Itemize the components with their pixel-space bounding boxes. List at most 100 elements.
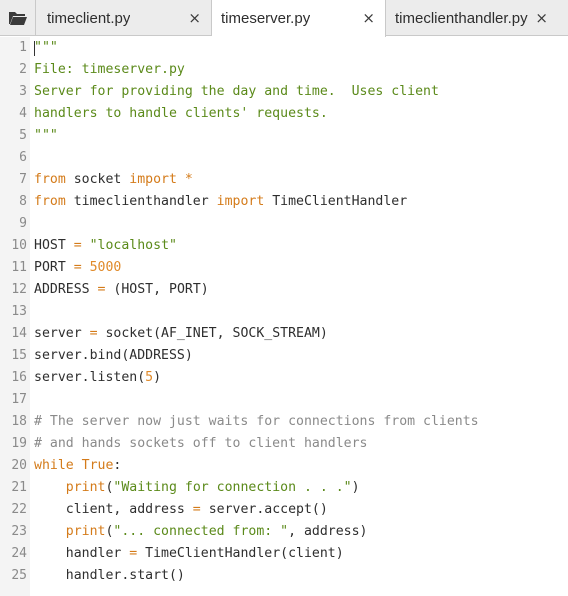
code-line[interactable]: 8 from timeclienthandler import TimeClien… <box>0 191 568 213</box>
code-line[interactable]: 10 HOST = "localhost" <box>0 235 568 257</box>
close-icon[interactable]: × <box>535 9 548 27</box>
code-line[interactable]: 2 File: timeserver.py <box>0 59 568 81</box>
code-token: , address) <box>288 524 368 539</box>
code-token: * <box>184 172 193 187</box>
code-line[interactable]: 24 handler = TimeClientHandler(client) <box>0 543 568 565</box>
code-text: from socket import * <box>34 169 193 191</box>
code-token: socket(AF_INET, SOCK_STREAM) <box>97 326 328 341</box>
open-folder-button[interactable] <box>0 0 36 36</box>
code-line[interactable]: 1 """ <box>0 37 568 59</box>
line-number: 23 <box>11 524 27 539</box>
code-text: # The server now just waits for connecti… <box>34 411 479 433</box>
code-token: from <box>34 194 66 209</box>
line-number: 24 <box>11 546 27 561</box>
code-token: TimeClientHandler <box>264 194 408 209</box>
code-text: """ <box>34 37 58 59</box>
code-token: ) <box>351 480 360 495</box>
code-line[interactable]: 21 print("Waiting for connection . . .") <box>0 477 568 499</box>
code-line[interactable]: 23 print("... connected from: ", address… <box>0 521 568 543</box>
code-line[interactable]: 4 handlers to handle clients' requests. <box>0 103 568 125</box>
tab-bar: timeclient.py × timeserver.py × timeclie… <box>0 0 568 37</box>
code-token: 5000 <box>89 260 122 275</box>
code-token: = <box>192 502 201 517</box>
code-text: ADDRESS = (HOST, PORT) <box>34 279 209 301</box>
code-token: server <box>34 326 90 341</box>
line-number: 1 <box>19 40 27 55</box>
line-number: 12 <box>11 282 27 297</box>
line-number: 8 <box>19 194 27 209</box>
code-token: "Waiting for connection . . ." <box>113 480 352 495</box>
code-text: handler.start() <box>34 565 185 587</box>
code-line[interactable]: 20 while True: <box>0 455 568 477</box>
code-line[interactable]: 12 ADDRESS = (HOST, PORT) <box>0 279 568 301</box>
code-token: socket <box>65 172 130 187</box>
code-text: """ <box>34 125 58 147</box>
code-token: "... connected from: " <box>113 524 289 539</box>
code-token: import <box>129 172 177 187</box>
code-token: server.accept() <box>200 502 328 517</box>
code-token: TimeClientHandler(client) <box>137 546 344 561</box>
code-text: PORT = 5000 <box>34 257 121 279</box>
code-text: server = socket(AF_INET, SOCK_STREAM) <box>34 323 328 345</box>
code-line[interactable]: 11 PORT = 5000 <box>0 257 568 279</box>
line-number: 6 <box>19 150 27 165</box>
code-line[interactable]: 14 server = socket(AF_INET, SOCK_STREAM) <box>0 323 568 345</box>
code-text: server.listen(5) <box>34 367 161 389</box>
code-text: handlers to handle clients' requests. <box>34 103 328 125</box>
code-token: handlers to handle clients' requests. <box>34 106 328 121</box>
code-line[interactable]: 19 # and hands sockets off to client hand… <box>0 433 568 455</box>
code-token: File: timeserver.py <box>34 62 185 77</box>
folder-open-icon <box>8 12 27 25</box>
line-number: 22 <box>11 502 27 517</box>
code-text: client, address = server.accept() <box>34 499 328 521</box>
close-icon[interactable]: × <box>188 9 201 27</box>
line-number: 14 <box>11 326 27 341</box>
code-token: server.bind(ADDRESS) <box>34 348 193 363</box>
tab-timeclient[interactable]: timeclient.py × <box>36 0 212 36</box>
code-line[interactable]: 16 server.listen(5) <box>0 367 568 389</box>
code-line[interactable]: 22 client, address = server.accept() <box>0 499 568 521</box>
code-token: ADDRESS <box>34 282 98 297</box>
code-token: client, address <box>34 502 193 517</box>
code-line[interactable]: 15 server.bind(ADDRESS) <box>0 345 568 367</box>
line-number: 3 <box>19 84 27 99</box>
code-token: # and hands sockets off to client handle… <box>34 436 368 451</box>
code-line[interactable]: 3 Server for providing the day and time. … <box>0 81 568 103</box>
code-token: = <box>73 260 82 275</box>
code-token: handler <box>34 546 130 561</box>
code-text: server.bind(ADDRESS) <box>34 345 193 367</box>
code-text: from timeclienthandler import TimeClient… <box>34 191 407 213</box>
code-text: HOST = "localhost" <box>34 235 177 257</box>
code-token: print <box>65 480 106 495</box>
code-line[interactable]: 18 # The server now just waits for connec… <box>0 411 568 433</box>
line-number: 5 <box>19 128 27 143</box>
tab-timeserver[interactable]: timeserver.py × <box>212 0 386 37</box>
code-token: """ <box>34 40 58 55</box>
code-line[interactable]: 5 """ <box>0 125 568 147</box>
code-token: while <box>34 458 74 473</box>
code-editor[interactable]: 1 """ 2 File: timeserver.py 3 Server for prov… <box>0 37 568 596</box>
code-line[interactable]: 13 <box>0 301 568 323</box>
code-token: timeclienthandler <box>65 194 217 209</box>
code-token: ) <box>153 370 162 385</box>
code-line[interactable]: 17 <box>0 389 568 411</box>
code-line[interactable]: 7 from socket import * <box>0 169 568 191</box>
line-number: 13 <box>11 304 27 319</box>
code-token: "localhost" <box>89 238 177 253</box>
close-icon[interactable]: × <box>362 9 375 27</box>
line-number: 7 <box>19 172 27 187</box>
line-number: 2 <box>19 62 27 77</box>
line-number: 16 <box>11 370 27 385</box>
code-token: (HOST, PORT) <box>105 282 209 297</box>
code-line[interactable]: 25 handler.start() <box>0 565 568 587</box>
code-token: handler.start() <box>34 568 185 583</box>
tab-timeclienthandler[interactable]: timeclienthandler.py × <box>386 0 568 36</box>
tab-label: timeclienthandler.py <box>395 9 528 27</box>
code-token: server.listen( <box>34 370 146 385</box>
code-line[interactable]: 6 <box>0 147 568 169</box>
code-token: = <box>89 326 98 341</box>
code-line[interactable]: 9 <box>0 213 568 235</box>
